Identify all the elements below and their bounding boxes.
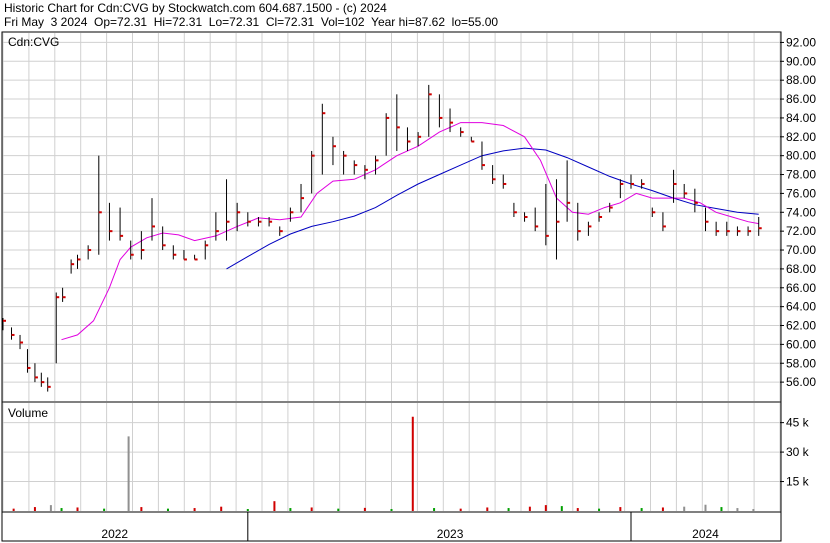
price-y-tick-label: 64.00 — [786, 300, 816, 314]
price-y-tick-label: 62.00 — [786, 319, 816, 333]
volume-y-axis: 45 k 30 k 15 k — [780, 416, 810, 489]
volume-bar — [619, 507, 622, 511]
volume-bar — [49, 505, 52, 511]
volume-bar — [507, 508, 510, 511]
price-y-tick-label: 56.00 — [786, 375, 816, 389]
price-y-tick-label: 76.00 — [786, 186, 816, 200]
volume-bar — [486, 507, 489, 511]
volume-bar — [661, 507, 664, 511]
price-y-tick-label: 84.00 — [786, 111, 816, 125]
volume-bar — [640, 508, 643, 511]
price-y-tick-label: 60.00 — [786, 337, 816, 351]
volume-bar — [683, 506, 686, 511]
volume-y-tick-label: 45 k — [786, 416, 810, 430]
volume-bar — [560, 506, 563, 511]
year-label: 2023 — [437, 527, 464, 541]
year-axis: 2022 2023 2024 — [101, 512, 719, 541]
volume-bar — [363, 507, 366, 511]
price-y-tick-label: 90.00 — [786, 54, 816, 68]
volume-bar — [60, 508, 63, 511]
volume-bar — [704, 504, 707, 511]
volume-bar — [193, 508, 196, 511]
volume-bar — [310, 507, 313, 511]
price-y-tick-label: 78.00 — [786, 168, 816, 182]
volume-bar — [720, 507, 723, 511]
volume-bar — [459, 508, 462, 511]
volume-bar — [736, 508, 739, 511]
volume-bar — [752, 509, 755, 511]
year-label: 2022 — [101, 527, 128, 541]
volume-bar — [544, 505, 547, 511]
price-y-tick-label: 74.00 — [786, 205, 816, 219]
year-label: 2024 — [692, 527, 719, 541]
price-y-tick-label: 80.00 — [786, 149, 816, 163]
volume-grid — [2, 403, 781, 511]
volume-bar — [166, 508, 169, 511]
volume-panel-label: Volume — [8, 406, 48, 420]
volume-bar — [12, 508, 15, 511]
volume-bar — [246, 509, 249, 511]
price-y-tick-label: 92.00 — [786, 35, 816, 49]
volume-bar — [576, 508, 579, 511]
price-grid — [2, 33, 781, 401]
volume-bar — [273, 501, 276, 511]
volume-bar — [433, 508, 436, 511]
volume-bar — [103, 508, 106, 511]
price-y-tick-label: 86.00 — [786, 92, 816, 106]
volume-y-tick-label: 15 k — [786, 475, 810, 489]
volume-bar — [289, 508, 292, 511]
price-y-tick-label: 68.00 — [786, 262, 816, 276]
volume-bar — [76, 507, 79, 511]
volume-bar — [220, 506, 223, 511]
volume-bars — [12, 416, 755, 511]
volume-bar — [528, 506, 531, 511]
volume-bar — [33, 507, 36, 511]
stock-chart: Cdn:CVG Volume 92.00 90.00 88.00 86.00 84.00… — [1, 31, 816, 542]
price-y-tick-label: 66.00 — [786, 281, 816, 295]
volume-bar — [337, 508, 340, 511]
price-y-tick-label: 70.00 — [786, 243, 816, 257]
price-y-tick-label: 72.00 — [786, 224, 816, 238]
price-y-tick-label: 88.00 — [786, 73, 816, 87]
volume-bar — [411, 416, 414, 511]
price-y-axis: 92.00 90.00 88.00 86.00 84.00 82.00 80.00 78.00… — [780, 35, 816, 389]
volume-bar — [127, 436, 130, 511]
price-bars — [2, 84, 762, 392]
volume-bar — [390, 509, 393, 511]
price-y-tick-label: 82.00 — [786, 130, 816, 144]
volume-bar — [140, 507, 143, 511]
volume-bar — [598, 508, 601, 511]
price-panel-label: Cdn:CVG — [8, 35, 59, 49]
price-y-tick-label: 58.00 — [786, 356, 816, 370]
volume-y-tick-label: 30 k — [786, 445, 810, 459]
